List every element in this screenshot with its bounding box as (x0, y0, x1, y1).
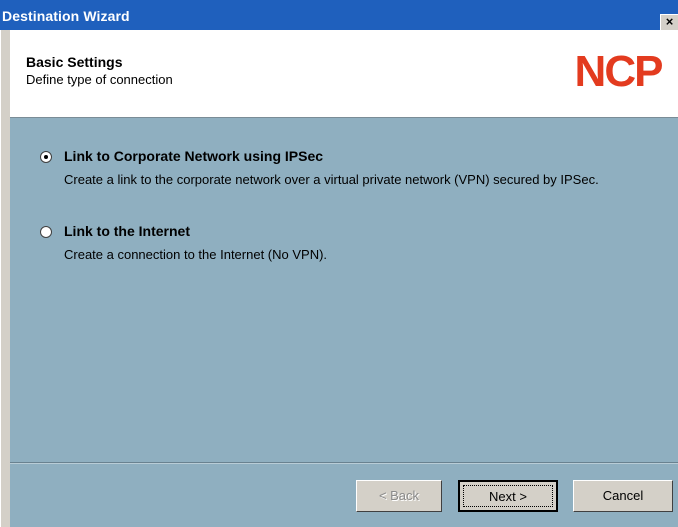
header-title: Basic Settings (26, 54, 123, 70)
close-icon: × (665, 14, 674, 29)
option-ipsec-label[interactable]: Link to Corporate Network using IPSec (64, 148, 323, 164)
back-button[interactable]: < Back (356, 480, 442, 512)
radio-selected-dot (44, 155, 48, 159)
next-button[interactable]: Next > (458, 480, 558, 512)
ncp-logo: NCP (575, 50, 665, 90)
wizard-header: Basic Settings Define type of connection… (10, 30, 678, 118)
footer-separator (10, 462, 678, 464)
option-ipsec-description: Create a link to the corporate network o… (64, 172, 599, 187)
radio-ipsec[interactable] (40, 151, 52, 163)
cancel-button[interactable]: Cancel (573, 480, 673, 512)
header-subtitle: Define type of connection (26, 72, 173, 87)
window-title: Destination Wizard (2, 8, 130, 24)
window-frame-left (0, 30, 10, 527)
next-button-label: Next > (489, 489, 527, 504)
close-button[interactable]: × (660, 14, 678, 30)
destination-wizard-window: Destination Wizard × Basic Settings Defi… (0, 0, 678, 527)
ncp-logo-text: NCP (575, 50, 663, 90)
option-internet-label[interactable]: Link to the Internet (64, 223, 190, 239)
cancel-button-label: Cancel (602, 488, 644, 503)
option-internet-description: Create a connection to the Internet (No … (64, 247, 328, 262)
title-bar[interactable]: Destination Wizard × (0, 0, 678, 30)
radio-internet[interactable] (40, 226, 52, 238)
back-button-label: < Back (378, 488, 420, 503)
